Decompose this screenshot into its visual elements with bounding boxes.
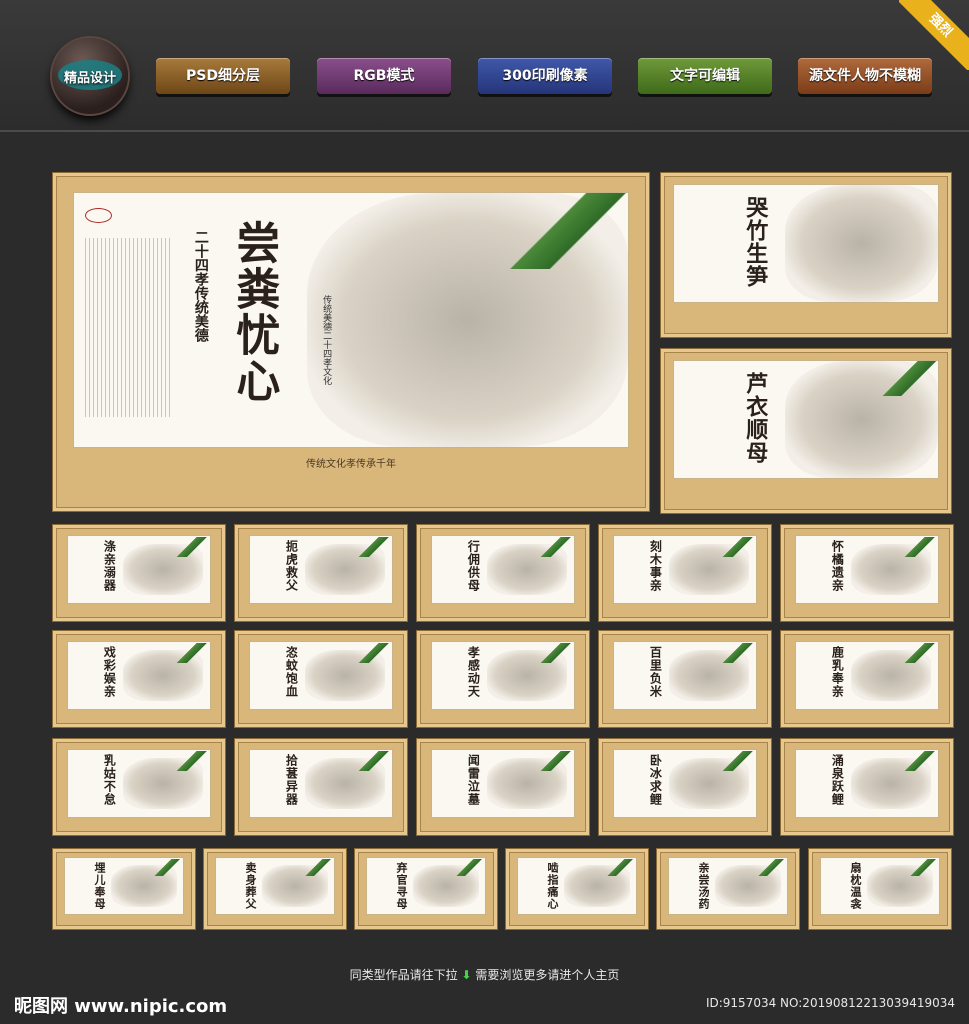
site-brand[interactable]: 昵图网 www.nipic.com bbox=[14, 992, 227, 1018]
bamboo-leaf-icon bbox=[540, 642, 572, 664]
logo-label: 精品设计 bbox=[63, 71, 116, 86]
grid-poster-title: 刻木事亲 bbox=[648, 540, 663, 593]
bamboo-leaf-icon bbox=[456, 859, 483, 876]
bamboo-leaf-icon bbox=[176, 536, 208, 558]
grid-poster-title: 涌泉跃鲤 bbox=[830, 754, 845, 807]
grid-poster[interactable]: 亲尝汤药 bbox=[656, 848, 800, 930]
footer-hint-text: 同类型作品请往下拉 bbox=[349, 968, 458, 982]
bamboo-leaf-icon bbox=[722, 642, 754, 664]
grid-poster-title: 孝感动天 bbox=[466, 646, 481, 699]
bamboo-leaf-icon bbox=[540, 536, 572, 558]
side-poster-title: 芦衣顺母 bbox=[742, 371, 769, 464]
grid-poster-title: 行佣供母 bbox=[466, 540, 481, 593]
grid-poster[interactable]: 闻雷泣墓 bbox=[416, 738, 590, 836]
grid-poster-title: 涤亲溺器 bbox=[102, 540, 117, 593]
bamboo-leaf-icon bbox=[910, 859, 937, 876]
bamboo-leaf-icon bbox=[358, 536, 390, 558]
grid-poster-title: 怀橘遗亲 bbox=[830, 540, 845, 593]
bamboo-leaf-icon bbox=[540, 750, 572, 772]
bamboo-leaf-icon bbox=[722, 750, 754, 772]
grid-poster[interactable]: 行佣供母 bbox=[416, 524, 590, 622]
grid-poster-title: 鹿乳奉亲 bbox=[830, 646, 845, 699]
grid-poster-title: 啮指痛心 bbox=[545, 861, 559, 910]
bamboo-leaf-icon bbox=[722, 536, 754, 558]
grid-poster-title: 拾葚异器 bbox=[284, 754, 299, 807]
grid-poster[interactable]: 啮指痛心 bbox=[505, 848, 649, 930]
grid-poster[interactable]: 拾葚异器 bbox=[234, 738, 408, 836]
grid-poster-title: 卖身葬父 bbox=[243, 861, 257, 910]
poster-banner: 传统文化孝传承千年 bbox=[306, 459, 396, 471]
grid-poster-title: 埋儿奉母 bbox=[92, 861, 106, 910]
grid-poster[interactable]: 怀橘遗亲 bbox=[780, 524, 954, 622]
image-id: ID:9157034 NO:20190812213039419034 bbox=[705, 996, 955, 1010]
badge-dpi: 300印刷像素 bbox=[478, 58, 612, 94]
grid-poster-title: 扼虎救父 bbox=[284, 540, 299, 593]
seal-icon bbox=[84, 207, 113, 224]
footer-hint: 同类型作品请往下拉 ⬇ 需要浏览更多请进个人主页 bbox=[0, 966, 969, 983]
side-poster-title: 哭竹生笋 bbox=[742, 195, 769, 288]
grid-poster[interactable]: 乳姑不怠 bbox=[52, 738, 226, 836]
grid-poster[interactable]: 扇枕温衾 bbox=[808, 848, 952, 930]
grid-poster[interactable]: 涌泉跃鲤 bbox=[780, 738, 954, 836]
grid-poster-title: 亲尝汤药 bbox=[696, 861, 710, 910]
bamboo-leaf-icon bbox=[358, 750, 390, 772]
bamboo-leaf-icon bbox=[904, 536, 936, 558]
grid-poster-title: 闻雷泣墓 bbox=[466, 754, 481, 807]
scene-illustration bbox=[784, 185, 939, 302]
bamboo-leaf-icon bbox=[607, 859, 634, 876]
grid-poster[interactable]: 扼虎救父 bbox=[234, 524, 408, 622]
bamboo-leaf-icon bbox=[880, 361, 939, 397]
body-text-block bbox=[84, 238, 174, 417]
main-poster[interactable]: 二十四孝传统美德 尝粪忧心 传统美德二十四孝文化 传统文化孝传承千年 bbox=[52, 172, 650, 512]
bamboo-leaf-icon bbox=[506, 192, 629, 270]
grid-poster[interactable]: 弃官寻母 bbox=[354, 848, 498, 930]
grid-poster-title: 恣蚊饱血 bbox=[284, 646, 299, 699]
bamboo-leaf-icon bbox=[154, 859, 181, 876]
grid-poster-title: 戏彩娱亲 bbox=[102, 646, 117, 699]
bamboo-leaf-icon bbox=[758, 859, 785, 876]
grid-poster[interactable]: 涤亲溺器 bbox=[52, 524, 226, 622]
top-bar: 精品设计 PSD细分层 RGB模式 300印刷像素 文字可编辑 源文件人物不模糊… bbox=[0, 0, 969, 132]
grid-poster-title: 卧冰求鲤 bbox=[648, 754, 663, 807]
badge-psd: PSD细分层 bbox=[156, 58, 290, 94]
grid-poster[interactable]: 恣蚊饱血 bbox=[234, 630, 408, 728]
side-poster-2[interactable]: 芦衣顺母 bbox=[660, 348, 952, 514]
poster-motto: 传统美德二十四孝文化 bbox=[321, 294, 332, 385]
grid-poster[interactable]: 埋儿奉母 bbox=[52, 848, 196, 930]
bamboo-leaf-icon bbox=[176, 750, 208, 772]
grid-poster-title: 弃官寻母 bbox=[394, 861, 408, 910]
grid-poster[interactable]: 戏彩娱亲 bbox=[52, 630, 226, 728]
grid-poster[interactable]: 鹿乳奉亲 bbox=[780, 630, 954, 728]
poster-title: 尝粪忧心 bbox=[228, 220, 280, 405]
bamboo-leaf-icon bbox=[904, 750, 936, 772]
bamboo-leaf-icon bbox=[176, 642, 208, 664]
corner-ribbon: 强烈 bbox=[899, 0, 969, 70]
grid-poster[interactable]: 卖身葬父 bbox=[203, 848, 347, 930]
footer-hint-text-2[interactable]: 需要浏览更多请进个人主页 bbox=[475, 968, 619, 982]
grid-poster[interactable]: 百里负米 bbox=[598, 630, 772, 728]
grid-poster[interactable]: 刻木事亲 bbox=[598, 524, 772, 622]
grid-poster[interactable]: 卧冰求鲤 bbox=[598, 738, 772, 836]
badge-editable: 文字可编辑 bbox=[638, 58, 772, 94]
bamboo-leaf-icon bbox=[305, 859, 332, 876]
poster-subtitle: 二十四孝传统美德 bbox=[192, 230, 209, 343]
arrow-down-icon: ⬇ bbox=[461, 968, 472, 982]
bamboo-leaf-icon bbox=[358, 642, 390, 664]
grid-poster-title: 乳姑不怠 bbox=[102, 754, 117, 807]
corner-ribbon-text: 强烈 bbox=[899, 0, 969, 70]
grid-poster[interactable]: 孝感动天 bbox=[416, 630, 590, 728]
grid-poster-title: 百里负米 bbox=[648, 646, 663, 699]
grid-poster-title: 扇枕温衾 bbox=[848, 861, 862, 910]
badge-rgb: RGB模式 bbox=[317, 58, 451, 94]
side-poster-1[interactable]: 哭竹生笋 bbox=[660, 172, 952, 338]
bamboo-leaf-icon bbox=[904, 642, 936, 664]
logo: 精品设计 bbox=[52, 38, 128, 114]
